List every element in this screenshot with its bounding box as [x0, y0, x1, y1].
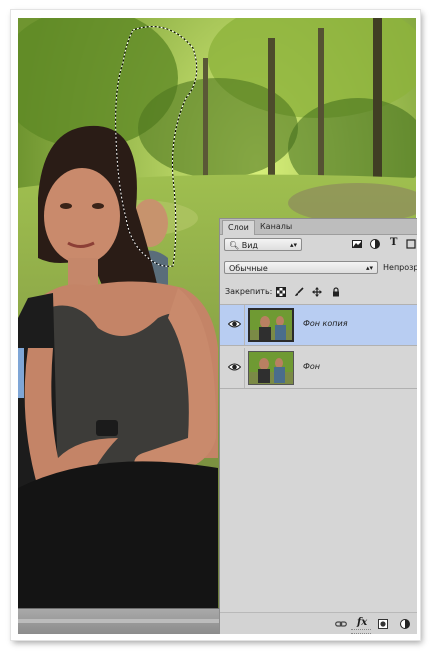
layer-divider	[244, 305, 245, 345]
lock-brush-icon[interactable]	[294, 287, 304, 297]
eye-icon[interactable]	[228, 319, 241, 329]
eye-icon[interactable]	[228, 362, 241, 372]
layers-panel-footer: fx	[220, 612, 417, 634]
type-filter-icon[interactable]: T	[390, 237, 397, 249]
panel-tab-bar: Слои Каналы	[220, 219, 417, 235]
opacity-label: Непрозр	[383, 263, 417, 272]
tab-layers[interactable]: Слои	[222, 220, 255, 235]
shape-filter-icon[interactable]	[406, 239, 416, 249]
lock-all-icon[interactable]	[331, 287, 341, 297]
layer-row-background-copy[interactable]: Фон копия	[220, 305, 417, 346]
link-icon[interactable]	[335, 619, 347, 629]
mask-icon[interactable]	[378, 619, 388, 629]
image-filter-icon[interactable]	[352, 239, 362, 249]
filter-label: Вид	[241, 241, 258, 250]
adjustment-icon[interactable]	[400, 619, 410, 629]
layer-row-background[interactable]: Фон	[220, 348, 417, 389]
layer-thumbnail	[248, 308, 294, 342]
blend-mode-dropdown[interactable]: Обычные ▴▾	[224, 261, 378, 274]
layers-list: Фон копия Фон	[220, 304, 417, 391]
updown-arrow-icon: ▴▾	[289, 241, 297, 249]
blend-mode-value: Обычные	[229, 264, 268, 273]
layer-name[interactable]: Фон копия	[303, 319, 348, 328]
thumbnail-image	[250, 310, 292, 340]
layer-name[interactable]: Фон	[303, 362, 320, 371]
fx-icon[interactable]: fx	[357, 617, 367, 629]
lock-label: Закрепить:	[225, 287, 273, 296]
lock-move-icon[interactable]	[312, 287, 322, 297]
tab-channels[interactable]: Каналы	[255, 220, 297, 233]
adjustment-filter-icon[interactable]	[370, 239, 380, 249]
updown-arrow-icon: ▴▾	[365, 264, 373, 272]
layer-filter-dropdown[interactable]: 🔍︎ Вид ▴▾	[224, 238, 302, 251]
panel-resize-grip[interactable]	[351, 629, 371, 634]
thumbnail-image	[249, 352, 293, 384]
layer-divider	[244, 348, 245, 388]
layer-thumbnail	[248, 351, 294, 385]
layers-panel: Слои Каналы 🔍︎ Вид ▴▾ T Обычные ▴▾ Непро…	[219, 218, 417, 634]
lock-transparent-icon[interactable]	[276, 287, 286, 297]
search-icon: 🔍︎	[229, 241, 240, 250]
